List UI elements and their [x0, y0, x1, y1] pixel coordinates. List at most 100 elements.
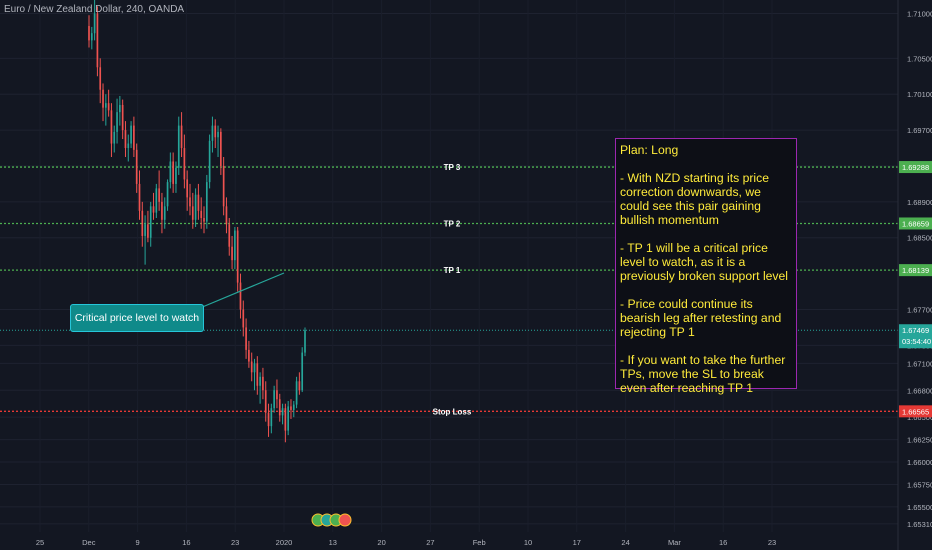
- y-tick-label: 1.70500: [907, 54, 932, 63]
- candle-body: [256, 363, 259, 386]
- x-tick-label: Feb: [473, 538, 486, 547]
- candle-body: [231, 246, 233, 261]
- x-tick-label: 23: [768, 538, 776, 547]
- event-icons[interactable]: [311, 513, 352, 527]
- candle-body: [172, 161, 174, 184]
- candle-body: [138, 183, 141, 211]
- candle-body: [278, 399, 281, 416]
- candle-body: [301, 352, 304, 391]
- y-tick-label: 1.70100: [907, 90, 932, 99]
- candle-body: [180, 125, 183, 149]
- candle-body: [169, 161, 172, 183]
- candle-body: [234, 230, 236, 261]
- candle-body: [107, 103, 110, 111]
- candle-body: [130, 125, 132, 144]
- candle-body: [141, 210, 144, 236]
- plan-title: Plan: Long: [620, 143, 679, 157]
- y-tick-label: 1.66000: [907, 458, 932, 467]
- x-tick-label: 2020: [276, 538, 293, 547]
- candle-body: [264, 390, 267, 413]
- plan-paragraph: - If you want to take the further TPs, m…: [620, 353, 786, 395]
- candle-body: [127, 143, 130, 149]
- level-label: Stop Loss: [433, 407, 472, 416]
- candle-body: [119, 104, 121, 113]
- candle-body: [267, 412, 270, 427]
- candle-body: [304, 330, 306, 353]
- candlestick-series: [88, 0, 306, 443]
- countdown-label: 03:54:40: [902, 337, 931, 346]
- y-tick-label: 1.65500: [907, 503, 932, 512]
- candle-body: [290, 406, 292, 410]
- x-tick-label: Dec: [82, 538, 96, 547]
- x-tick-label: 20: [377, 538, 385, 547]
- x-tick-label: 16: [719, 538, 727, 547]
- candle-body: [191, 206, 194, 220]
- chart-title: Euro / New Zealand Dollar, 240, OANDA: [4, 4, 185, 15]
- candle-body: [166, 182, 169, 207]
- level-label: TP 3: [444, 163, 461, 172]
- candle-body: [147, 224, 149, 238]
- candle-body: [239, 282, 242, 310]
- candle-body: [186, 179, 189, 198]
- candle-body: [158, 188, 160, 202]
- candle-body: [88, 26, 90, 41]
- candle-body: [177, 125, 180, 168]
- candle-body: [163, 206, 166, 220]
- price-axis: 1.710001.705001.701001.697001.693001.689…: [897, 0, 932, 550]
- x-tick-label: 27: [426, 538, 434, 547]
- candle-body: [104, 103, 107, 108]
- x-tick-label: 10: [524, 538, 532, 547]
- candle-body: [253, 363, 256, 373]
- candle-body: [135, 149, 138, 184]
- y-tick-label: 1.69700: [907, 126, 932, 135]
- candle-body: [284, 408, 287, 431]
- candle-body: [116, 112, 118, 132]
- plan-note[interactable]: Plan: Long - With NZD starting its price…: [615, 138, 797, 395]
- candle-body: [250, 361, 253, 373]
- candle-body: [208, 140, 211, 183]
- candle-body: [144, 224, 146, 236]
- y-tick-label: 1.65310: [907, 520, 932, 529]
- candle-body: [110, 110, 113, 144]
- candle-body: [183, 148, 186, 180]
- y-tick-label: 1.66250: [907, 436, 932, 445]
- candle-body: [262, 376, 264, 391]
- candle-body: [259, 376, 261, 386]
- candle-body: [93, 13, 96, 34]
- candle-body: [222, 165, 225, 207]
- candle-body: [287, 406, 290, 431]
- y-tick-label: 1.67100: [907, 359, 932, 368]
- callout-pointer-line: [199, 272, 285, 309]
- candle-body: [96, 13, 99, 68]
- y-tick-label: 1.67700: [907, 306, 932, 315]
- candle-body: [124, 130, 127, 149]
- candle-body: [189, 197, 191, 207]
- y-tick-label: 1.68900: [907, 198, 932, 207]
- level-label: TP 1: [444, 266, 461, 275]
- y-tick-label: 1.71000: [907, 9, 932, 18]
- candle-body: [214, 125, 217, 138]
- price-tag-label: 1.69288: [902, 163, 929, 172]
- candle-body: [270, 408, 273, 427]
- candle-body: [155, 188, 158, 213]
- event-icon[interactable]: [338, 513, 352, 527]
- candle-body: [161, 201, 163, 220]
- candle-body: [236, 230, 239, 283]
- candle-body: [248, 349, 250, 362]
- x-tick-label: 17: [573, 538, 581, 547]
- y-tick-label: 1.68500: [907, 234, 932, 243]
- price-tag-label: 1.66565: [902, 407, 929, 416]
- price-tag-label: 1.68659: [902, 219, 929, 228]
- x-tick-label: 23: [231, 538, 239, 547]
- candle-body: [295, 381, 298, 405]
- time-axis: 25 Dec 9 16 23 2020 13 20 27 Feb 10 17 24 Mar 16 23: [36, 538, 776, 547]
- candle-body: [194, 194, 197, 220]
- candle-body: [99, 67, 102, 90]
- level-label: TP 2: [444, 219, 461, 228]
- candle-body: [113, 131, 116, 144]
- x-tick-label: 13: [329, 538, 337, 547]
- callout-label[interactable]: Critical price level to watch: [70, 304, 204, 332]
- plan-paragraph: - With NZD starting its price correction…: [620, 171, 769, 227]
- candle-body: [197, 194, 200, 211]
- candle-body: [281, 408, 284, 416]
